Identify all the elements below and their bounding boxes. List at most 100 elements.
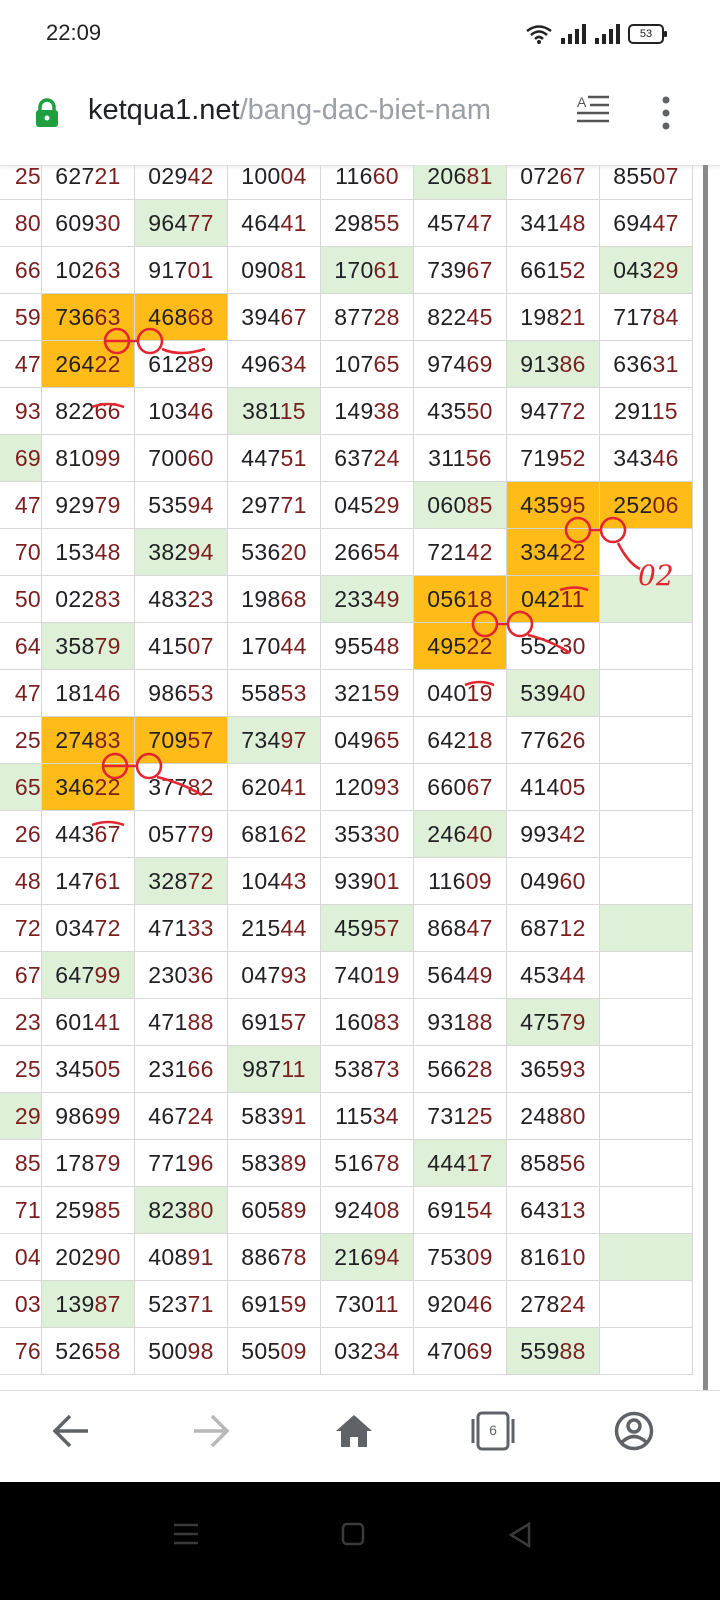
result-cell: 19868 — [227, 575, 321, 623]
result-head-digits: 776 — [520, 726, 560, 753]
result-cell: 73125 — [413, 1092, 507, 1140]
result-tail-digits: 45 — [466, 303, 493, 330]
result-head-digits: 170 — [241, 632, 281, 659]
result-tail-digits: 04 — [280, 165, 307, 189]
table-row: 47 92979 53594 29771 04529 06085 43595 25206 — [0, 481, 693, 529]
result-cell: 53594 — [134, 481, 228, 529]
result-head-digits: 043 — [613, 256, 653, 283]
result-head-digits: 929 — [55, 491, 95, 518]
result-cell: 04965 — [320, 716, 414, 764]
result-tail-digits: 99 — [94, 1102, 121, 1129]
result-cell: 56628 — [413, 1045, 507, 1093]
result-tail-digits: 61 — [94, 867, 121, 894]
result-cell: 81610 — [506, 1233, 600, 1281]
row-number-cell: 23 — [0, 998, 42, 1046]
result-head-digits: 198 — [520, 303, 560, 330]
account-icon[interactable] — [614, 1411, 654, 1451]
back-arrow-icon[interactable] — [52, 1413, 90, 1449]
result-head-digits: 647 — [55, 961, 95, 988]
result-cell: 53873 — [320, 1045, 414, 1093]
tabs-button[interactable]: 6 — [470, 1411, 516, 1451]
result-head-digits: 552 — [520, 632, 560, 659]
result-cell: 64799 — [41, 951, 135, 999]
result-head-digits: 459 — [334, 914, 374, 941]
result-tail-digits: 22 — [94, 350, 121, 377]
result-tail-digits: 79 — [94, 1149, 121, 1176]
result-tail-digits: 09 — [465, 867, 492, 894]
scrollbar[interactable] — [703, 165, 708, 1390]
result-cell — [599, 669, 693, 717]
row-number-cell: 71 — [0, 1186, 42, 1234]
result-tail-digits: 38 — [373, 397, 400, 424]
result-head-digits: 771 — [148, 1149, 188, 1176]
result-cell: 73663 — [41, 293, 135, 341]
result-tail-digits: 18 — [466, 585, 493, 612]
result-tail-digits: 23 — [187, 585, 214, 612]
more-options-icon[interactable] — [660, 96, 672, 130]
result-head-digits: 057 — [148, 820, 188, 847]
result-head-digits: 886 — [241, 1243, 281, 1270]
result-tail-digits: 33 — [187, 914, 214, 941]
result-cell: 66067 — [413, 763, 507, 811]
status-bar: 22:09 53 — [0, 0, 720, 70]
table-row: 65 34622 37782 62041 12093 66067 41405 — [0, 763, 693, 811]
result-tail-digits: 93 — [280, 961, 307, 988]
result-tail-digits: 60 — [559, 867, 586, 894]
back-triangle-icon[interactable] — [508, 1522, 532, 1548]
reader-mode-icon[interactable]: A — [576, 94, 610, 126]
result-head-digits: 987 — [242, 1055, 282, 1082]
result-tail-digits: 24 — [373, 444, 400, 471]
result-tail-digits: 59 — [280, 1290, 307, 1317]
table-row: 85 17879 77196 58389 51678 44417 85856 — [0, 1139, 693, 1187]
result-head-digits: 178 — [55, 1149, 95, 1176]
result-cell: 47133 — [134, 904, 228, 952]
result-cell: 45344 — [506, 951, 600, 999]
result-cell: 60141 — [41, 998, 135, 1046]
lock-icon[interactable] — [34, 98, 60, 128]
result-cell: 32872 — [134, 857, 228, 905]
table-row: 25 62721 02942 10004 11660 20681 07267 85507 — [0, 165, 693, 200]
result-cell: 73497 — [227, 716, 321, 764]
result-tail-digits: 54 — [373, 538, 400, 565]
result-tail-digits: 34 — [372, 1102, 399, 1129]
table-row: 48 14761 32872 10443 93901 11609 04960 — [0, 857, 693, 905]
home-square-icon[interactable] — [341, 1522, 365, 1546]
result-cell: 82245 — [413, 293, 507, 341]
result-head-digits: 341 — [520, 209, 560, 236]
result-tail-digits: 29 — [373, 491, 400, 518]
result-cell: 45747 — [413, 199, 507, 247]
result-cell: 27483 — [41, 716, 135, 764]
browser-url-bar[interactable]: ketqua1.net/bang-dac-biet-nam A — [0, 70, 720, 166]
result-head-digits: 566 — [427, 1055, 467, 1082]
menu-icon[interactable] — [173, 1522, 199, 1546]
result-tail-digits: 94 — [373, 1243, 400, 1270]
cell-text: 80 — [14, 209, 41, 236]
result-tail-digits: 94 — [187, 538, 214, 565]
result-head-digits: 467 — [148, 1102, 188, 1129]
result-cell: 64218 — [413, 716, 507, 764]
result-head-digits: 643 — [520, 1196, 560, 1223]
result-tail-digits: 90 — [94, 1243, 121, 1270]
result-tail-digits: 86 — [559, 350, 586, 377]
result-cell: 20290 — [41, 1233, 135, 1281]
forward-arrow-icon[interactable] — [192, 1413, 230, 1449]
result-cell: 68162 — [227, 810, 321, 858]
row-number-cell: 29 — [0, 1092, 42, 1140]
result-head-digits: 868 — [427, 914, 467, 941]
result-head-digits: 264 — [55, 350, 95, 377]
result-cell: 29771 — [227, 481, 321, 529]
home-icon[interactable] — [334, 1413, 374, 1449]
result-cell: 88678 — [227, 1233, 321, 1281]
result-cell: 92979 — [41, 481, 135, 529]
result-cell — [599, 1327, 693, 1375]
result-head-digits: 230 — [148, 961, 188, 988]
url-text[interactable]: ketqua1.net/bang-dac-biet-nam — [88, 94, 491, 127]
result-tail-digits: 46 — [466, 1290, 493, 1317]
results-table-container[interactable]: 25 62721 02942 10004 11660 20681 07267 85507 80 6… — [0, 165, 704, 1390]
result-tail-digits: 53 — [280, 679, 307, 706]
result-cell: 47069 — [413, 1327, 507, 1375]
result-tail-digits: 80 — [187, 1196, 214, 1223]
result-head-digits: 539 — [520, 679, 560, 706]
result-tail-digits: 79 — [94, 632, 121, 659]
result-tail-digits: 88 — [559, 1337, 586, 1364]
